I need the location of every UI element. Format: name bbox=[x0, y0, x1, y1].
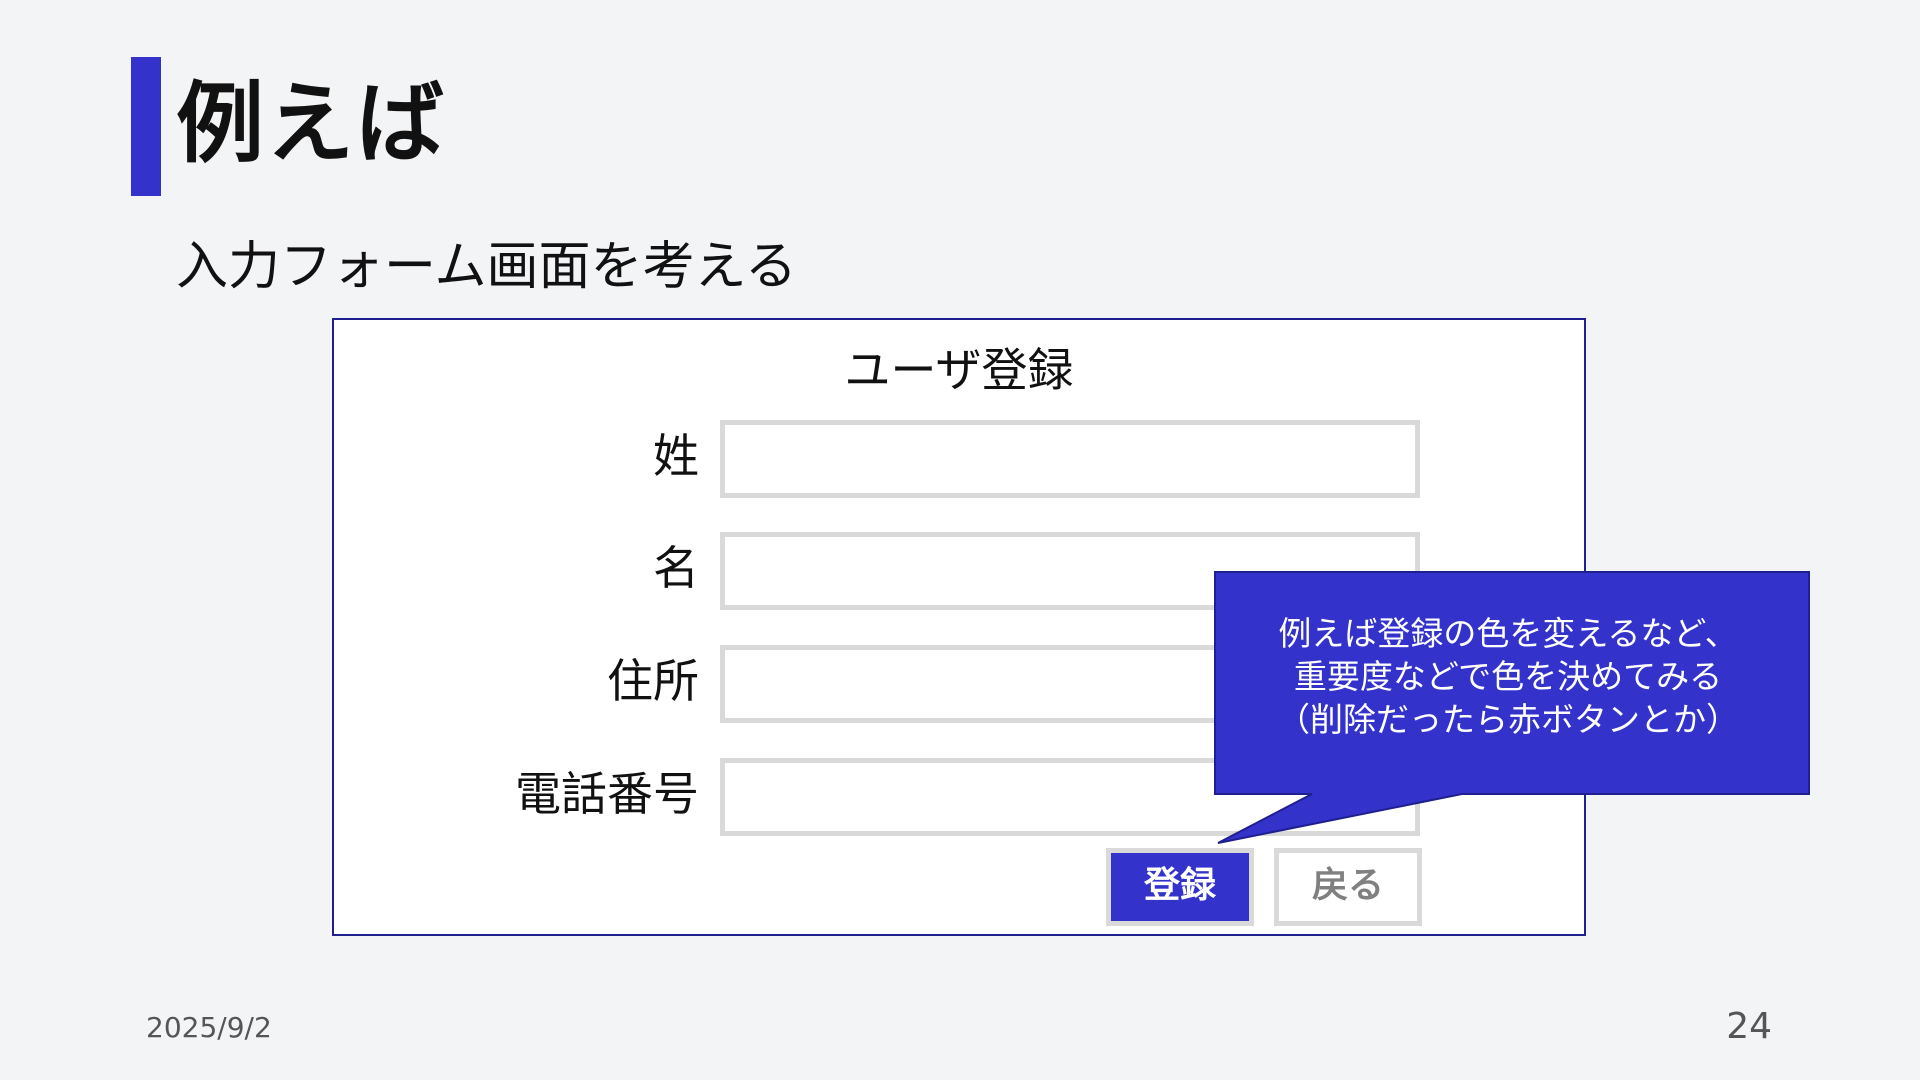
slide-title: 例えば bbox=[176, 72, 447, 175]
address-label: 住所 bbox=[607, 654, 699, 708]
first-name-input[interactable] bbox=[720, 532, 1420, 610]
callout-line: 重要度などで色を決めてみる bbox=[1293, 657, 1723, 696]
footer-date: 2025/9/2 bbox=[146, 1011, 272, 1044]
last-name-input[interactable] bbox=[720, 420, 1420, 498]
phone-number-input[interactable] bbox=[720, 758, 1420, 836]
callout-line: （削除だったら赤ボタンとか） bbox=[1277, 700, 1739, 739]
register-button[interactable]: 登録 bbox=[1106, 848, 1254, 926]
first-name-label: 名 bbox=[653, 541, 699, 595]
last-name-label: 姓 bbox=[653, 429, 699, 483]
page-number: 24 bbox=[1726, 1006, 1772, 1047]
callout-line: 例えば登録の色を変えるなど、 bbox=[1278, 614, 1738, 653]
slide-subtitle: 入力フォーム画面を考える bbox=[176, 237, 797, 297]
back-button[interactable]: 戻る bbox=[1274, 848, 1422, 926]
phone-number-label: 電話番号 bbox=[515, 767, 699, 821]
form-title: ユーザ登録 bbox=[844, 343, 1074, 397]
title-accent-bar bbox=[131, 57, 161, 196]
callout-text: 例えば登録の色を変えるなど、 重要度などで色を決めてみる （削除だったら赤ボタン… bbox=[1218, 612, 1798, 741]
